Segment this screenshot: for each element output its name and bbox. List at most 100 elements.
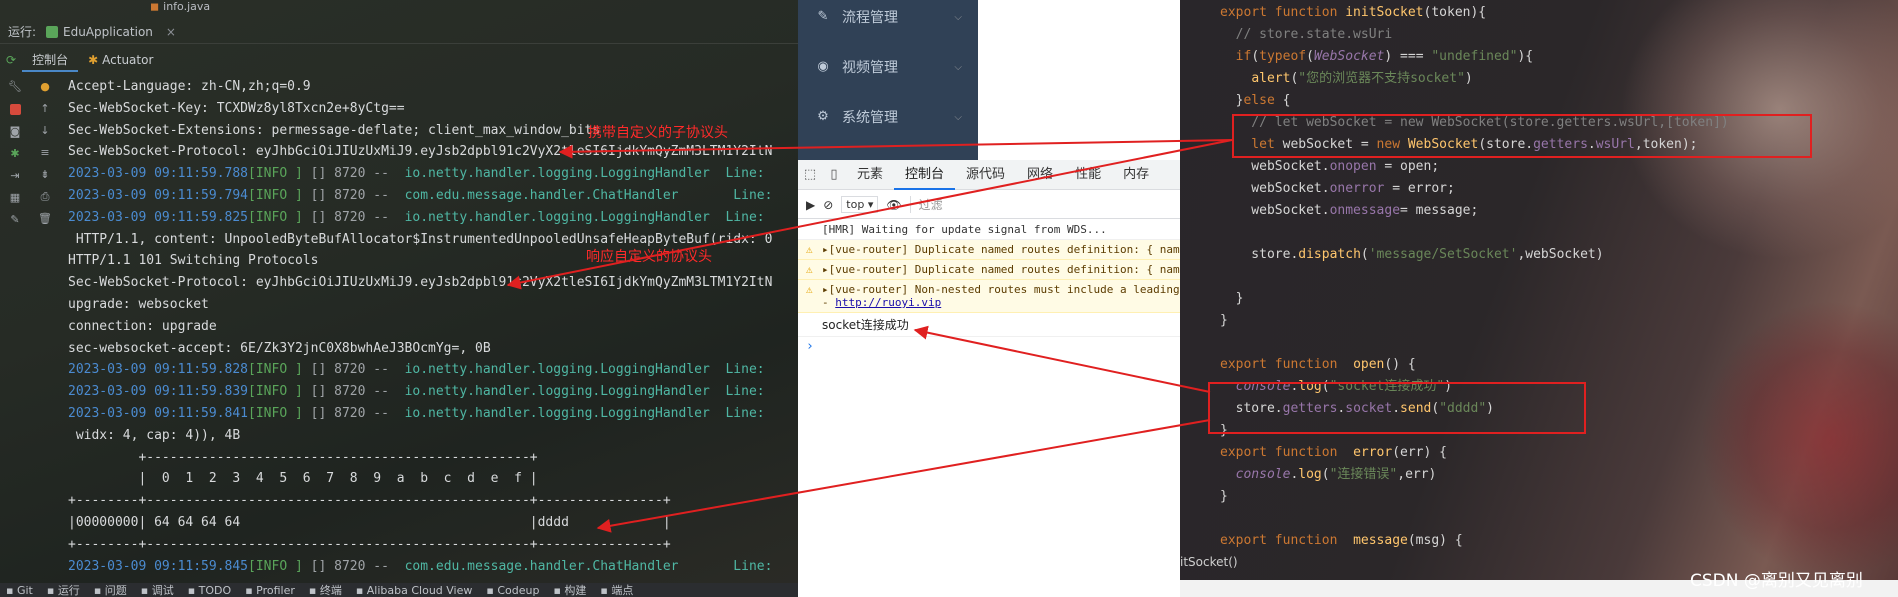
console-line: Sec-WebSocket-Key: TCXDWz8yl8Txcn2e+8yCt… xyxy=(68,100,405,116)
cloud-icon: ▪ xyxy=(355,583,367,597)
console-link[interactable]: http://ruoyi.vip xyxy=(835,296,941,309)
tab-elements[interactable]: 元素 xyxy=(846,160,894,190)
editor-file-tab[interactable]: ◼ info.java xyxy=(150,0,210,14)
console-side-toolbar: ● ↑ ↓ ≡ ⇟ ⎙ 🗑︎ xyxy=(34,80,56,226)
run-icon: ▪ xyxy=(46,584,58,597)
run-config-tab[interactable]: EduApplication × xyxy=(46,25,176,39)
code-line: export function error(err) { xyxy=(1220,445,1447,460)
code-line: } xyxy=(1220,291,1244,306)
gear-icon: ⚙ xyxy=(817,109,829,124)
spring-app-icon xyxy=(46,25,59,38)
console-line: +--------+------------------------------… xyxy=(68,493,671,509)
console-message: [HMR] Waiting for update signal from WDS… xyxy=(798,220,1180,240)
tool-window-profiler[interactable]: ▪ Profiler xyxy=(245,584,295,597)
soft-wrap-icon[interactable]: ≡ xyxy=(38,146,52,160)
console-warning: ⚠ ▸[vue-router] Non-nested routes must in… xyxy=(798,280,1180,313)
pin-icon[interactable]: ✎ xyxy=(8,213,22,227)
code-line: webSocket.onopen = open; xyxy=(1220,159,1440,174)
code-line: export function message(msg) { xyxy=(1220,533,1463,548)
exit-icon[interactable]: ⇥ xyxy=(8,169,22,183)
java-file-icon: ◼ xyxy=(150,0,160,13)
tool-window-endpoints[interactable]: ▪ 端点 xyxy=(600,583,633,597)
code-line: store.dispatch('message/SetSocket',webSo… xyxy=(1220,247,1604,262)
build-icon: ▪ xyxy=(553,584,565,597)
trash-icon[interactable]: 🗑︎ xyxy=(38,212,52,226)
code-line: console.log("连接错误",err) xyxy=(1235,467,1437,482)
stop-icon[interactable] xyxy=(9,104,21,115)
expand-icon[interactable]: ▸ xyxy=(822,283,829,296)
tab-sources[interactable]: 源代码 xyxy=(955,160,1016,190)
inspect-icon[interactable]: ⬚ xyxy=(798,167,822,182)
debug-bug-icon[interactable]: ✱ xyxy=(8,147,22,161)
code-line: webSocket.onerror = error; xyxy=(1220,181,1455,196)
devtools-tabs: ⬚ ▯ 元素 控制台 源代码 网络 性能 内存 xyxy=(798,160,1180,190)
endpoints-icon: ▪ xyxy=(600,584,612,597)
debug-run-icon[interactable]: ● xyxy=(38,80,52,94)
code-line: export function open() { xyxy=(1220,357,1416,372)
console-line: 2023-03-09 09:11:59.841[INFO ] [] 8720 -… xyxy=(68,405,765,421)
tool-window-run[interactable]: ▪ 运行 xyxy=(47,583,80,597)
tool-window-build[interactable]: ▪ 构建 xyxy=(553,583,586,597)
tab-actuator[interactable]: ✱ Actuator xyxy=(78,48,163,72)
console-line: | 0 1 2 3 4 5 6 7 8 9 a b c d e f | xyxy=(68,471,538,487)
git-icon: ▪ xyxy=(6,583,17,597)
tool-window-problems[interactable]: ▪ 问题 xyxy=(94,583,127,597)
sidebar-item-system[interactable]: ⚙ 系统管理 ⌵ xyxy=(798,92,978,142)
tool-window-git[interactable]: ▪ Git xyxy=(6,584,33,597)
tool-window-todo[interactable]: ▪ TODO xyxy=(188,584,231,597)
expand-icon[interactable]: ▸ xyxy=(822,263,829,276)
browser-devtools: ⬚ ▯ 元素 控制台 源代码 网络 性能 内存 ▶︎ ⊘ top ▾ 👁︎ 过滤… xyxy=(798,160,1180,597)
eye-icon[interactable]: 👁︎ xyxy=(886,198,901,212)
console-line: 2023-03-09 09:11:59.845[INFO ] [] 8720 -… xyxy=(68,558,773,574)
todo-icon: ▪ xyxy=(187,583,199,597)
code-line: export function initSocket(token){ xyxy=(1220,5,1487,20)
console-line: Accept-Language: zh-CN,zh;q=0.9 xyxy=(68,79,311,94)
tab-memory[interactable]: 内存 xyxy=(1112,160,1160,190)
close-icon[interactable]: × xyxy=(166,25,176,39)
code-line: webSocket.onmessage= message; xyxy=(1220,203,1479,218)
console-prompt[interactable]: › xyxy=(798,337,1180,354)
scroll-end-icon[interactable]: ⇟ xyxy=(38,168,52,182)
wrench-icon[interactable]: 🔧︎ xyxy=(8,80,22,94)
code-line: if(typeof(WebSocket) === "undefined"){ xyxy=(1220,49,1534,64)
print-icon[interactable]: ⎙ xyxy=(38,190,52,204)
tool-window-cloud[interactable]: ▪ Alibaba Cloud View xyxy=(356,584,473,597)
layout-icon[interactable]: ▦ xyxy=(8,191,22,205)
arrow-down-icon[interactable]: ↓ xyxy=(38,124,52,138)
clear-console-icon[interactable]: ⊘ xyxy=(823,198,833,212)
arrow-up-icon[interactable]: ↑ xyxy=(38,102,52,116)
globe-icon: ◉ xyxy=(817,59,829,74)
tool-window-debug[interactable]: ▪ 调试 xyxy=(141,583,174,597)
device-toggle-icon[interactable]: ▯ xyxy=(822,167,846,182)
context-select[interactable]: top ▾ xyxy=(841,196,879,213)
filter-input[interactable]: 过滤 xyxy=(909,196,943,213)
tab-console[interactable]: 控制台 xyxy=(22,48,79,72)
console-output[interactable]: Accept-Language: zh-CN,zh;q=0.9 Sec-WebSo… xyxy=(68,76,798,577)
code-line: } xyxy=(1220,313,1228,328)
tool-window-terminal[interactable]: ▪ 终端 xyxy=(309,583,342,597)
tab-console[interactable]: 控制台 xyxy=(894,160,956,190)
console-line: Sec-WebSocket-Protocol: eyJhbGciOiJIUzUx… xyxy=(68,144,773,160)
sidebar-toggle-icon[interactable]: ▶︎ xyxy=(806,198,815,212)
sidebar-item-video[interactable]: ◉ 视频管理 ⌵ xyxy=(798,42,978,92)
annotation-subprotocol: 携带自定义的子协议头 xyxy=(588,125,728,141)
code-line: }else { xyxy=(1220,93,1291,108)
tab-performance[interactable]: 性能 xyxy=(1064,160,1112,190)
console-line: 2023-03-09 09:11:59.839[INFO ] [] 8720 -… xyxy=(68,384,765,400)
code-editor[interactable]: export function initSocket(token){ // st… xyxy=(1180,0,1898,580)
sidebar-item-process[interactable]: ✎ 流程管理 ⌵ xyxy=(798,0,978,42)
tool-window-codeup[interactable]: ▪ Codeup xyxy=(486,584,539,597)
console-line: sec-websocket-accept: 6E/Zk3Y2jnC0X8bwhA… xyxy=(68,340,491,356)
camera-icon[interactable]: ◙ xyxy=(8,125,22,139)
ide-run-panel: ◼ info.java 运行: EduApplication × ⟳ 控制台 ✱ A… xyxy=(0,0,798,597)
highlight-open-function xyxy=(1208,382,1586,434)
run-side-toolbar: 🔧︎ ◙ ✱ ⇥ ▦ ✎ xyxy=(4,80,26,227)
rerun-icon[interactable]: ⟳ xyxy=(0,48,22,72)
code-line: alert("您的浏览器不支持socket") xyxy=(1251,71,1473,86)
expand-icon[interactable]: ▸ xyxy=(822,243,829,256)
tab-network[interactable]: 网络 xyxy=(1016,160,1064,190)
code-content[interactable]: export function initSocket(token){ // st… xyxy=(1220,2,1898,552)
console-warning: ⚠ ▸[vue-router] Duplicate named routes de… xyxy=(798,240,1180,260)
tool-window-bar: ▪ Git ▪ 运行 ▪ 问题 ▪ 调试 ▪ TODO ▪ Profiler ▪ 终端 ▪ A… xyxy=(0,583,798,597)
